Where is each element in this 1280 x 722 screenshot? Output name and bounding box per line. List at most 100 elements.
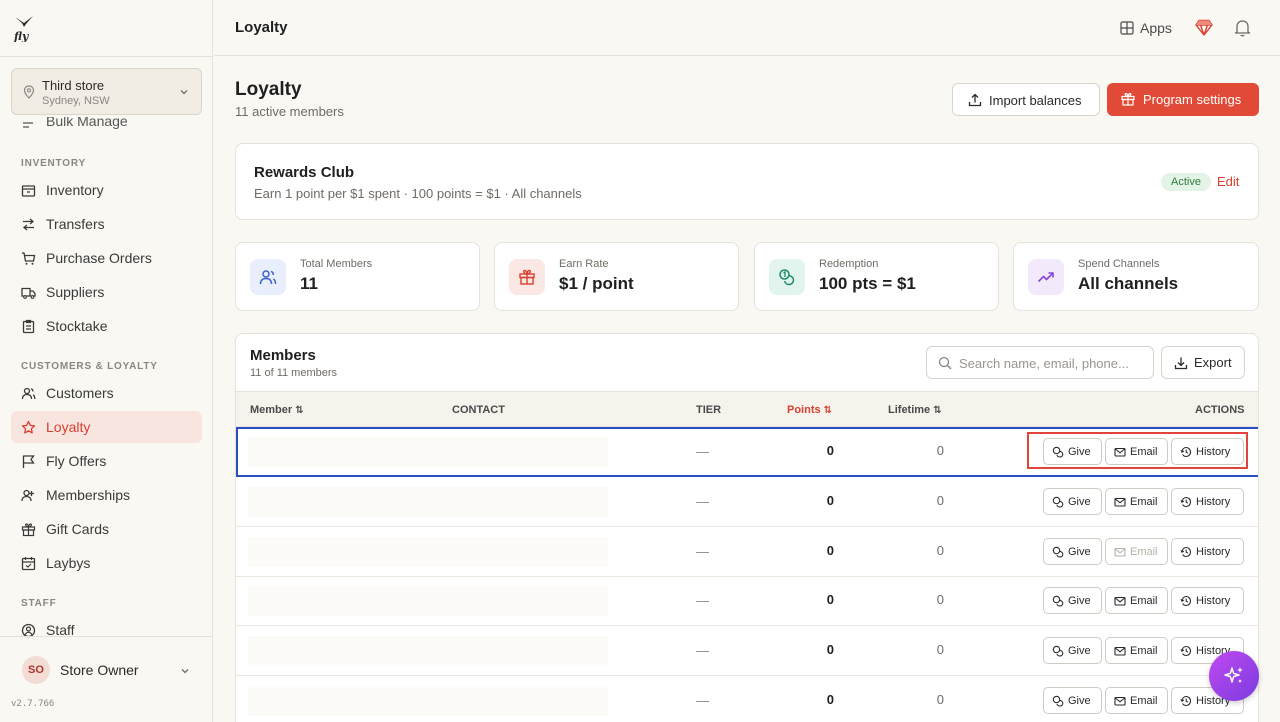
search-input[interactable] [959,354,1147,372]
give-button[interactable]: Give [1043,438,1102,465]
tier-cell: — [696,444,709,459]
table-row[interactable]: —0 0 Give Email History [236,576,1258,626]
stat-icon-box [1028,259,1064,295]
sidebar-item-laybys[interactable]: Laybys [11,547,202,579]
store-selector[interactable]: Third store Sydney, NSW [11,68,202,115]
gift-icon [519,269,535,285]
give-label: Give [1068,595,1091,607]
coins-icon [1052,645,1064,657]
give-button[interactable]: Give [1043,587,1102,614]
location-pin-icon [23,85,35,99]
give-button[interactable]: Give [1043,687,1102,714]
table-header: Member ⇅ CONTACT TIER Points ⇅ Lifetime ⇅ A… [236,391,1258,427]
table-row[interactable]: —0 0 Give Email History [236,676,1258,722]
export-button[interactable]: Export [1161,346,1245,379]
program-settings-label: Program settings [1143,92,1242,107]
lifetime-cell: 0 [936,493,944,508]
email-label: Email [1130,695,1158,707]
members-count: 11 of 11 members [250,367,338,379]
sidebar-item-transfers[interactable]: Transfers [11,208,202,240]
email-label: Email [1130,546,1158,558]
history-button[interactable]: History [1171,538,1244,565]
sidebar-item-gift-cards[interactable]: Gift Cards [11,513,202,545]
topbar-title: Loyalty [235,19,288,36]
sidebar-item-loyalty[interactable]: Loyalty [11,411,202,443]
email-button[interactable]: Email [1105,687,1168,714]
gift-icon [1121,92,1135,106]
ai-assistant-button[interactable] [1209,651,1259,701]
history-button[interactable]: History [1171,488,1244,515]
give-button[interactable]: Give [1043,637,1102,664]
history-button[interactable]: History [1171,587,1244,614]
history-icon [1180,546,1192,558]
points-cell: 0 [826,443,834,458]
fly-logo[interactable]: fly [13,14,35,42]
stat-label: Earn Rate [559,258,609,270]
star-icon [21,420,36,434]
gem-icon[interactable] [1195,19,1213,36]
column-header-label: Points [787,404,821,416]
clipboard-icon [22,319,35,334]
history-button[interactable]: History [1171,438,1244,465]
svg-text:fly: fly [13,30,30,42]
sidebar-item-stocktake[interactable]: Stocktake [11,310,202,342]
column-header-points[interactable]: Points ⇅ [787,404,832,416]
program-settings-button[interactable]: Program settings [1107,83,1259,116]
column-header-member[interactable]: Member ⇅ [250,404,304,416]
email-button[interactable]: Email [1105,637,1168,664]
mail-icon [1114,596,1126,606]
give-button[interactable]: Give [1043,488,1102,515]
sidebar-item-suppliers[interactable]: Suppliers [11,276,202,308]
member-cell [248,487,608,517]
apps-label: Apps [1140,20,1172,36]
tier-cell: — [696,643,709,658]
user-menu[interactable]: SO Store Owner [11,652,202,688]
email-button[interactable]: Email [1105,488,1168,515]
history-icon [1180,695,1192,707]
bell-icon[interactable] [1234,18,1251,37]
sidebar-divider [0,636,213,637]
sidebar-item-bulk-manage[interactable]: Bulk Manage [46,117,128,129]
table-row[interactable]: —0 0 Give Email History [236,527,1258,577]
table-row[interactable]: —0 0 Give Email History [236,427,1258,477]
calendar-icon [21,557,36,571]
email-label: Email [1130,446,1158,458]
box-icon [21,185,36,197]
sidebar-item-customers[interactable]: Customers [11,377,202,409]
sidebar-item-inventory[interactable]: Inventory [11,174,202,206]
gift-icon [21,523,36,537]
users-icon [259,270,277,285]
email-button[interactable]: Email [1105,438,1168,465]
give-button[interactable]: Give [1043,538,1102,565]
sidebar-item-staff[interactable]: Staff [11,614,202,646]
history-label: History [1196,446,1231,458]
email-button[interactable]: Email [1105,587,1168,614]
sidebar-item-fly-offers[interactable]: Fly Offers [11,445,202,477]
search-field[interactable] [926,346,1154,379]
table-row[interactable]: —0 0 Give Email History [236,626,1258,676]
lifetime-cell: 0 [936,692,944,707]
sidebar-item-purchase-orders[interactable]: Purchase Orders [11,242,202,274]
tier-cell: — [696,494,709,509]
give-label: Give [1068,446,1091,458]
sort-icon: ⇅ [933,405,942,416]
edit-program-link[interactable]: Edit [1217,174,1239,189]
column-header-lifetime[interactable]: Lifetime ⇅ [888,404,942,416]
tier-cell: — [696,593,709,608]
sidebar-item-memberships[interactable]: Memberships [11,479,202,511]
upload-icon [968,93,982,107]
flag-icon [22,455,35,468]
column-header-tier: TIER [696,404,722,416]
give-label: Give [1068,496,1091,508]
import-balances-button[interactable]: Import balances [952,83,1100,116]
email-button[interactable]: Email [1105,538,1168,565]
mail-icon [1114,497,1126,507]
table-row[interactable]: —0 0 Give Email History [236,477,1258,527]
stat-value: 100 pts = $1 [819,274,916,293]
points-cell: 0 [826,543,834,558]
stat-label: Spend Channels [1078,258,1160,270]
sidebar-item-label: Transfers [46,216,105,232]
member-cell [248,537,608,567]
coins-icon [1052,546,1064,558]
sidebar-item-label: Memberships [46,487,131,503]
